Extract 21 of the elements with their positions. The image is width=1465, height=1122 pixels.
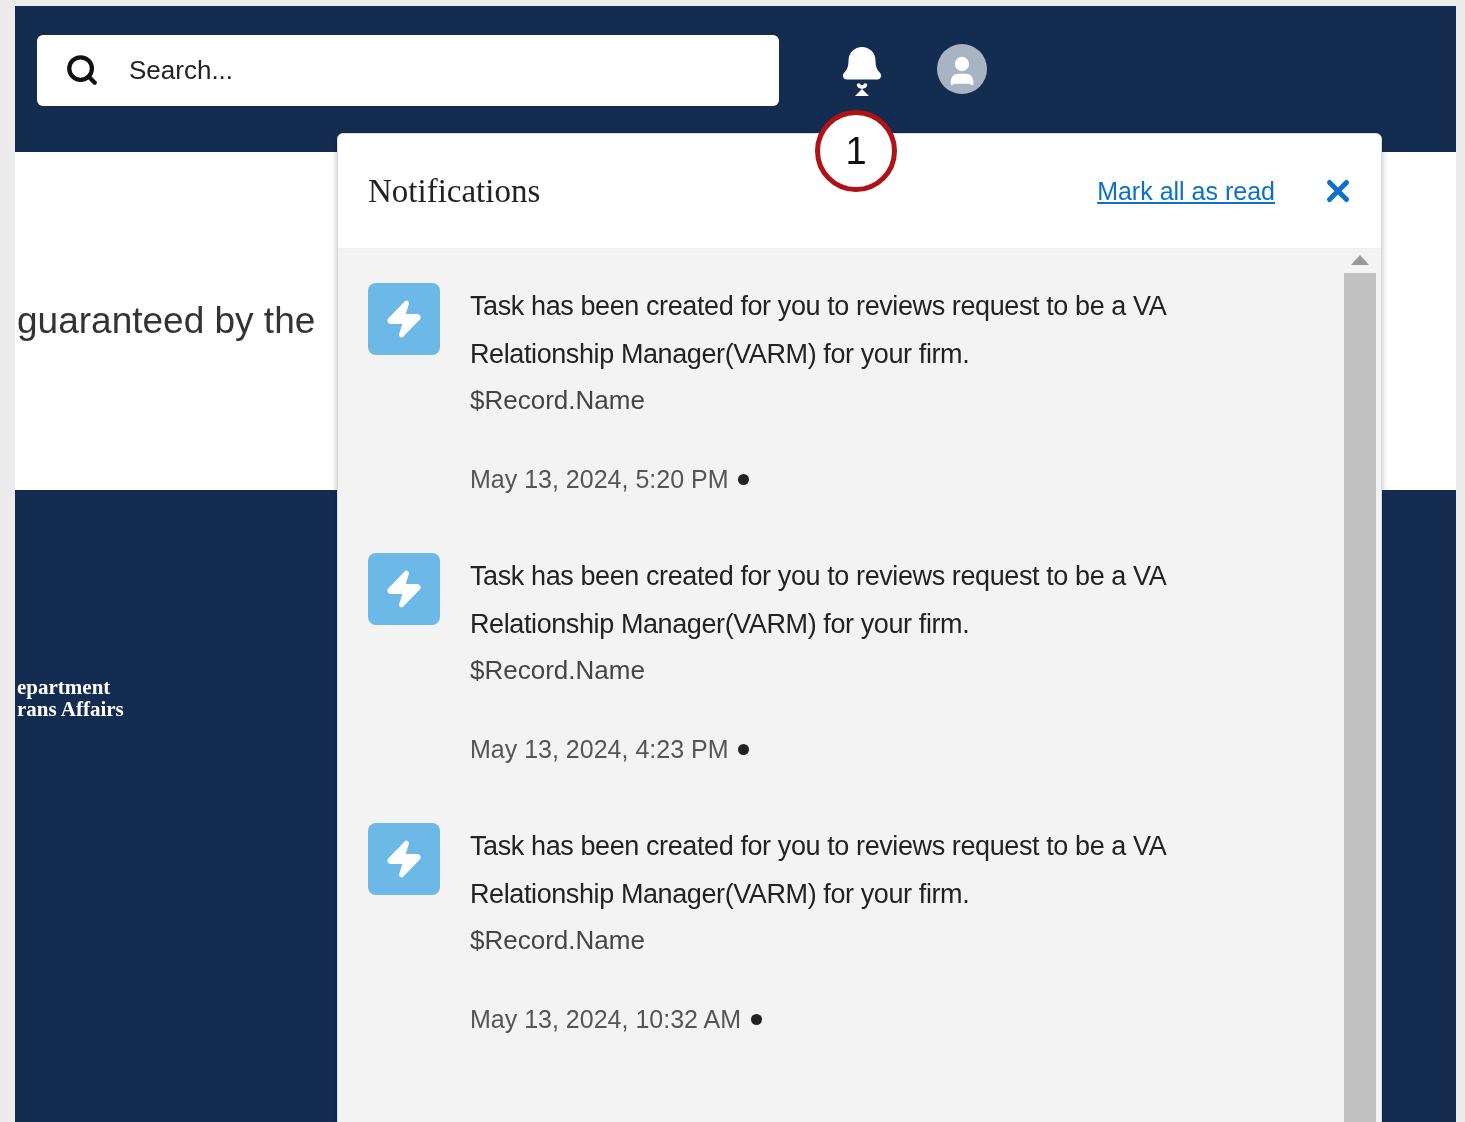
lightning-icon — [368, 823, 440, 895]
body-text: guaranteed by the — [17, 300, 316, 342]
panel-title: Notifications — [368, 172, 542, 210]
notification-time: May 13, 2024, 10:32 AM — [470, 1005, 741, 1034]
record-name: $Record.Name — [470, 384, 646, 417]
notification-text[interactable]: Task has been created for you to reviews request to be a VA Relationship Manager(VARM) for your firm. — [470, 282, 1270, 378]
scroll-up-icon[interactable] — [1351, 255, 1369, 265]
lightning-icon — [368, 283, 440, 355]
mark-all-read-link[interactable]: Mark all as read — [1097, 176, 1275, 206]
footer-logo-text: epartment — [17, 676, 111, 698]
lightning-icon — [368, 553, 440, 625]
notification-text[interactable]: Task has been created for you to reviews request to be a VA Relationship Manager(VARM) for your firm. — [470, 822, 1270, 918]
notification-time: May 13, 2024, 5:20 PM — [470, 465, 729, 494]
footer-logo-text: rans Affairs — [17, 698, 124, 720]
record-name: $Record.Name — [470, 654, 646, 687]
record-name: $Record.Name — [470, 924, 646, 957]
search-field[interactable]: Search... — [37, 35, 779, 106]
avatar-button[interactable] — [937, 44, 987, 94]
notification-text[interactable]: Task has been created for you to reviews request to be a VA Relationship Manager(VARM) for your firm. — [470, 552, 1270, 648]
notification-time: May 13, 2024, 4:23 PM — [470, 735, 729, 764]
search-icon — [65, 53, 99, 87]
